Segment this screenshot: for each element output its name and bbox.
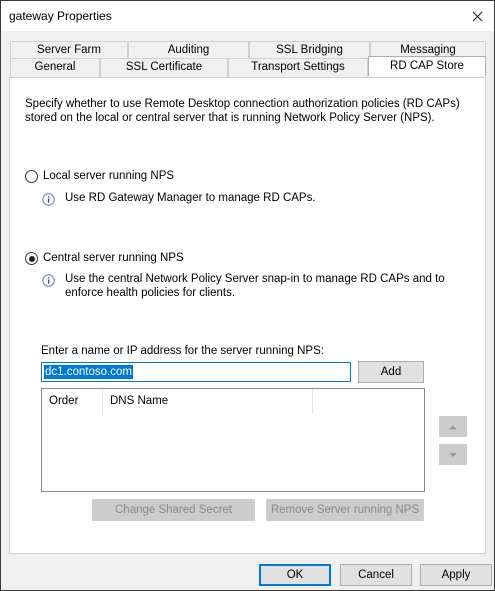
- tab-server-farm[interactable]: Server Farm: [10, 41, 128, 58]
- column-header-order[interactable]: Order: [43, 389, 78, 414]
- description-text: Specify whether to use Remote Desktop co…: [25, 98, 460, 124]
- properties-window: gateway Properties Server Farm Auditing …: [0, 0, 495, 591]
- tab-ssl-bridging[interactable]: SSL Bridging: [249, 41, 370, 58]
- tab-transport-settings[interactable]: Transport Settings: [228, 58, 368, 77]
- local-nps-label[interactable]: Local server running NPS: [43, 170, 174, 182]
- window-title: gateway Properties: [9, 9, 112, 23]
- change-shared-secret-button[interactable]: Change Shared Secret: [92, 499, 255, 521]
- central-nps-radio[interactable]: [25, 252, 38, 265]
- move-up-button[interactable]: [439, 416, 467, 437]
- cancel-button[interactable]: Cancel: [340, 564, 412, 586]
- move-up-icon: [449, 425, 457, 430]
- info-icon: [42, 193, 55, 206]
- nps-server-list[interactable]: Order DNS Name: [41, 388, 425, 492]
- column-divider[interactable]: [312, 389, 313, 414]
- add-button[interactable]: Add: [358, 361, 424, 383]
- ok-button[interactable]: OK: [259, 564, 331, 586]
- remove-server-button[interactable]: Remove Server running NPS: [266, 499, 424, 521]
- server-name-value: dc1.contoso.com: [44, 365, 133, 379]
- central-nps-note: Use the central Network Policy Server sn…: [65, 273, 445, 299]
- server-name-input[interactable]: dc1.contoso.com: [41, 362, 351, 382]
- tab-auditing[interactable]: Auditing: [128, 41, 249, 58]
- server-entry-label: Enter a name or IP address for the serve…: [41, 345, 324, 357]
- local-nps-note: Use RD Gateway Manager to manage RD CAPs…: [65, 192, 316, 204]
- tab-ssl-certificate[interactable]: SSL Certificate: [100, 58, 228, 77]
- move-down-icon: [449, 453, 457, 457]
- column-divider[interactable]: [102, 389, 103, 414]
- column-header-dns-name[interactable]: DNS Name: [104, 389, 168, 414]
- local-nps-radio[interactable]: [25, 170, 38, 183]
- move-down-button[interactable]: [439, 444, 467, 465]
- tab-general[interactable]: General: [10, 58, 100, 77]
- title-bar: gateway Properties: [1, 1, 494, 31]
- close-icon[interactable]: [466, 6, 488, 26]
- tab-rd-cap-store[interactable]: RD CAP Store: [368, 56, 486, 76]
- apply-button[interactable]: Apply: [420, 564, 492, 586]
- info-icon: [42, 274, 55, 287]
- central-nps-label[interactable]: Central server running NPS: [43, 252, 184, 264]
